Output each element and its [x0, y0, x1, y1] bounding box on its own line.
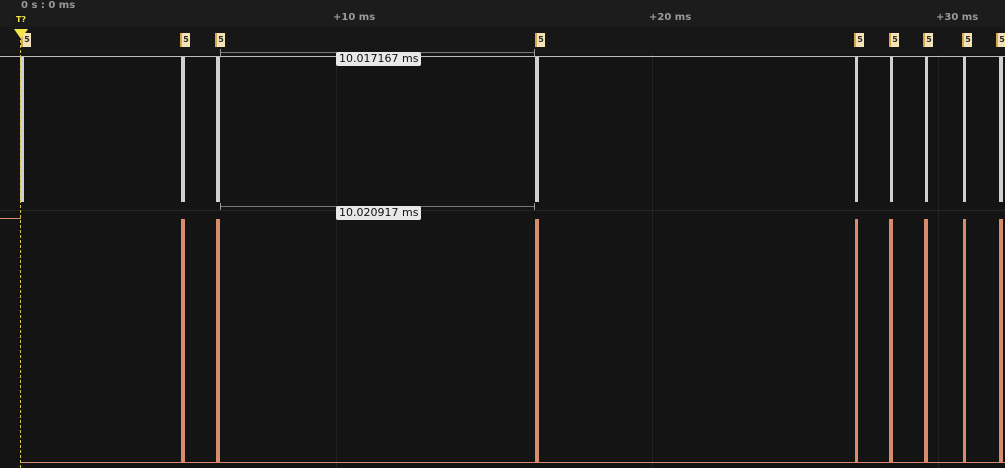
channel-2-measurement-label[interactable]: 10.020917 ms: [336, 206, 422, 220]
channel-1-pulse: [999, 57, 1003, 202]
channel-2-pulse: [181, 219, 185, 463]
channel-1-pulse: [925, 57, 928, 202]
channel-1-pulse: [216, 57, 220, 202]
pulse-marker[interactable]: 5: [923, 33, 933, 47]
pulse-marker[interactable]: 5: [180, 33, 190, 47]
pulse-marker[interactable]: 5: [889, 33, 899, 47]
channel-1-pulse: [535, 57, 539, 202]
channel-1-pulse: [890, 57, 893, 202]
gridline: [336, 27, 337, 468]
pulse-marker[interactable]: 5: [215, 33, 225, 47]
pulse-marker[interactable]: 5: [854, 33, 864, 47]
channel-2-pulse: [216, 219, 220, 463]
gridline: [652, 27, 653, 468]
channel-2-start-level: [0, 218, 21, 219]
trigger-line: [20, 40, 21, 468]
channel-2-pulse: [924, 219, 928, 463]
time-tick-label: +30 ms: [936, 12, 979, 23]
channel-1-pulse: [855, 57, 858, 202]
gridline: [938, 27, 939, 468]
time-tick-label: +20 ms: [649, 12, 692, 23]
channel-2-pulse: [889, 219, 893, 463]
trigger-arrow-icon[interactable]: [14, 29, 28, 39]
channel-2-pulse: [535, 219, 539, 463]
channel-1-measurement-label[interactable]: 10.017167 ms: [336, 52, 422, 66]
trigger-badge[interactable]: T?: [14, 14, 28, 25]
channel-2-pulse: [999, 219, 1003, 463]
time-origin-label: 0 s : 0 ms: [21, 0, 76, 11]
marker-row: 5 5 5 5 5 5 5 5 5: [0, 27, 1005, 54]
pulse-marker[interactable]: 5: [535, 33, 545, 47]
channel-1-pulse: [963, 57, 966, 202]
pulse-marker[interactable]: 5: [996, 33, 1005, 47]
pulse-marker[interactable]: 5: [962, 33, 972, 47]
channel-1-pulse: [181, 57, 185, 202]
channel-2-pulse: [963, 219, 966, 463]
timeline-ruler[interactable]: 0 s : 0 ms +10 ms +20 ms +30 ms: [0, 0, 1005, 27]
channel-2-pulse: [855, 219, 858, 463]
channel-separator: [0, 210, 1005, 211]
time-tick-label: +10 ms: [333, 12, 376, 23]
